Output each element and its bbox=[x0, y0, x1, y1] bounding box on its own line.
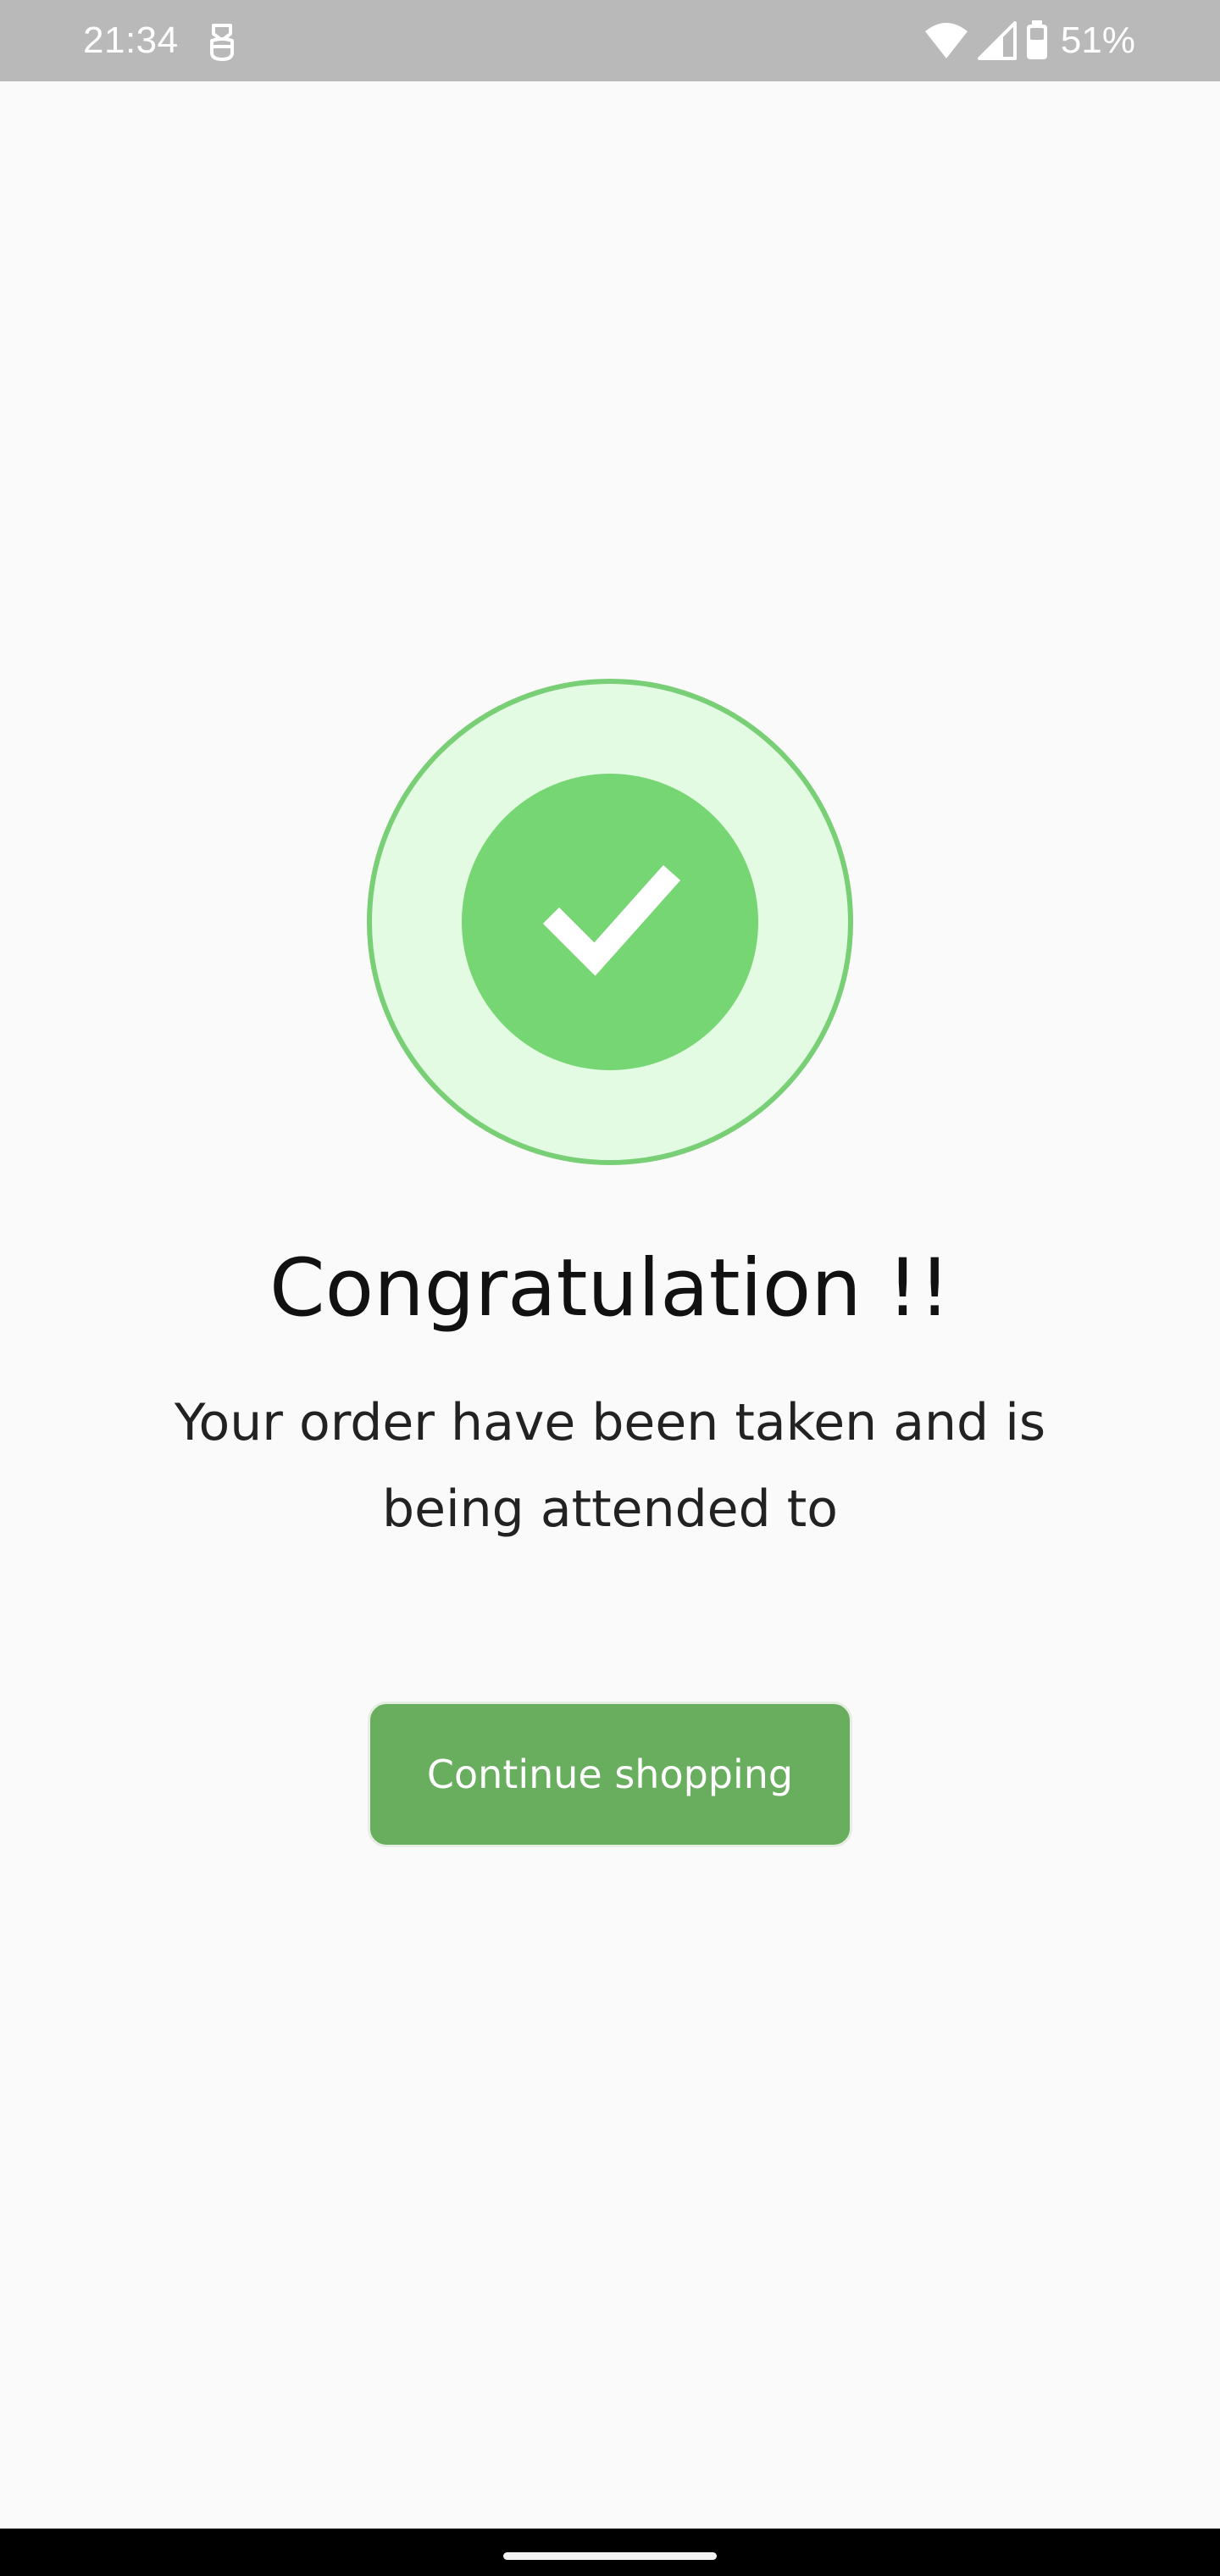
navigation-bar bbox=[0, 2529, 1220, 2576]
cellular-signal-icon bbox=[977, 21, 1017, 60]
keyboard-app-icon bbox=[203, 20, 241, 64]
wifi-icon bbox=[923, 21, 969, 60]
status-bar: 21:34 51% bbox=[0, 0, 1220, 81]
success-check-badge bbox=[366, 678, 854, 1166]
battery-percentage: 51% bbox=[1060, 19, 1135, 61]
success-message: Your order have been taken and is being … bbox=[174, 1393, 1046, 1539]
success-title: Congratulation !! bbox=[269, 1242, 951, 1335]
continue-shopping-button[interactable]: Continue shopping bbox=[368, 1702, 852, 1847]
battery-icon bbox=[1025, 20, 1049, 61]
status-right-icons: 51% bbox=[923, 17, 1135, 64]
home-gesture-handle[interactable] bbox=[503, 2552, 717, 2560]
status-time: 21:34 bbox=[83, 19, 179, 61]
